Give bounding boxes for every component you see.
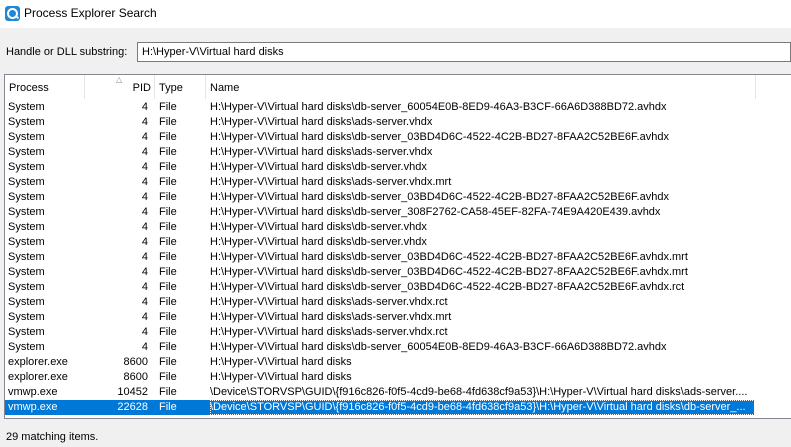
cell-pid: 4 bbox=[141, 191, 148, 203]
cell-type: File bbox=[159, 356, 177, 368]
cell-pid: 4 bbox=[141, 146, 148, 158]
cell-name: H:\Hyper-V\Virtual hard disks bbox=[210, 356, 352, 368]
cell-type: File bbox=[159, 176, 177, 188]
cell-pid: 4 bbox=[141, 326, 148, 338]
table-row[interactable]: System 4 File H:\Hyper-V\Virtual hard disks… bbox=[5, 295, 791, 310]
search-input[interactable] bbox=[137, 42, 791, 62]
cell-name: H:\Hyper-V\Virtual hard disks\db-server_… bbox=[210, 191, 669, 203]
cell-pid: 4 bbox=[141, 251, 148, 263]
cell-name: H:\Hyper-V\Virtual hard disks\ads-server… bbox=[210, 116, 433, 128]
cell-name: H:\Hyper-V\Virtual hard disks\db-server_… bbox=[210, 206, 661, 218]
cell-name: H:\Hyper-V\Virtual hard disks\db-server_… bbox=[210, 341, 667, 353]
list-header: Process △ PID Type Name bbox=[5, 75, 791, 99]
cell-pid: 4 bbox=[141, 341, 148, 353]
cell-name: H:\Hyper-V\Virtual hard disks\db-server_… bbox=[210, 281, 685, 293]
table-row[interactable]: explorer.exe 8600 File H:\Hyper-V\Virtual h… bbox=[5, 370, 791, 385]
cell-type: File bbox=[159, 251, 177, 263]
table-row[interactable]: System 4 File H:\Hyper-V\Virtual hard disks… bbox=[5, 190, 791, 205]
cell-name: H:\Hyper-V\Virtual hard disks bbox=[210, 371, 352, 383]
cell-name: H:\Hyper-V\Virtual hard disks\ads-server… bbox=[210, 311, 452, 323]
cell-type: File bbox=[159, 296, 177, 308]
cell-pid: 4 bbox=[141, 221, 148, 233]
cell-name: \Device\STORVSP\GUID\{f916c826-f0f5-4cd9… bbox=[210, 400, 755, 415]
table-row[interactable]: System 4 File H:\Hyper-V\Virtual hard disks… bbox=[5, 160, 791, 175]
cell-type: File bbox=[159, 326, 177, 338]
cell-pid: 10452 bbox=[117, 386, 148, 398]
table-row[interactable]: System 4 File H:\Hyper-V\Virtual hard disks… bbox=[5, 130, 791, 145]
table-row[interactable]: vmwp.exe 10452 File \Device\STORVSP\GUID\{f… bbox=[5, 385, 791, 400]
cell-name: H:\Hyper-V\Virtual hard disks\db-server_… bbox=[210, 131, 669, 143]
column-header-name[interactable]: Name bbox=[206, 75, 756, 99]
cell-type: File bbox=[159, 206, 177, 218]
cell-name: H:\Hyper-V\Virtual hard disks\ads-server… bbox=[210, 176, 452, 188]
column-header-type[interactable]: Type bbox=[155, 75, 206, 99]
cell-pid: 4 bbox=[141, 311, 148, 323]
table-row[interactable]: System 4 File H:\Hyper-V\Virtual hard disks… bbox=[5, 100, 791, 115]
search-magnifier-icon bbox=[5, 6, 20, 21]
cell-name: H:\Hyper-V\Virtual hard disks\db-server.… bbox=[210, 236, 427, 248]
table-row[interactable]: System 4 File H:\Hyper-V\Virtual hard disks… bbox=[5, 205, 791, 220]
rows-container: System 4 File H:\Hyper-V\Virtual hard disks… bbox=[5, 100, 791, 415]
cell-name: H:\Hyper-V\Virtual hard disks\db-server.… bbox=[210, 161, 427, 173]
table-row[interactable]: System 4 File H:\Hyper-V\Virtual hard disks… bbox=[5, 280, 791, 295]
cell-pid: 8600 bbox=[123, 356, 148, 368]
cell-type: File bbox=[159, 221, 177, 233]
title-bar: Process Explorer Search bbox=[0, 0, 791, 28]
cell-pid: 4 bbox=[141, 281, 148, 293]
cell-pid: 8600 bbox=[123, 371, 148, 383]
cell-pid: 4 bbox=[141, 131, 148, 143]
cell-pid: 4 bbox=[141, 116, 148, 128]
cell-type: File bbox=[159, 311, 177, 323]
cell-pid: 4 bbox=[141, 161, 148, 173]
table-row[interactable]: System 4 File H:\Hyper-V\Virtual hard disks… bbox=[5, 235, 791, 250]
cell-type: File bbox=[159, 401, 177, 413]
cell-name: H:\Hyper-V\Virtual hard disks\ads-server… bbox=[210, 326, 448, 338]
cell-name: H:\Hyper-V\Virtual hard disks\ads-server… bbox=[210, 146, 433, 158]
cell-name: H:\Hyper-V\Virtual hard disks\db-server_… bbox=[210, 101, 667, 113]
cell-pid: 4 bbox=[141, 206, 148, 218]
cell-type: File bbox=[159, 131, 177, 143]
cell-type: File bbox=[159, 281, 177, 293]
table-row[interactable]: System 4 File H:\Hyper-V\Virtual hard disks… bbox=[5, 250, 791, 265]
cell-pid: 4 bbox=[141, 176, 148, 188]
table-row[interactable]: System 4 File H:\Hyper-V\Virtual hard disks… bbox=[5, 325, 791, 340]
table-row[interactable]: vmwp.exe 22628 File \Device\STORVSP\GUID\{f… bbox=[5, 400, 755, 415]
cell-type: File bbox=[159, 101, 177, 113]
cell-type: File bbox=[159, 236, 177, 248]
table-row[interactable]: System 4 File H:\Hyper-V\Virtual hard disks… bbox=[5, 115, 791, 130]
cell-name: H:\Hyper-V\Virtual hard disks\ads-server… bbox=[210, 296, 448, 308]
cell-type: File bbox=[159, 161, 177, 173]
cell-pid: 4 bbox=[141, 296, 148, 308]
cell-name: H:\Hyper-V\Virtual hard disks\db-server_… bbox=[210, 266, 688, 278]
table-row[interactable]: explorer.exe 8600 File H:\Hyper-V\Virtual h… bbox=[5, 355, 791, 370]
cell-type: File bbox=[159, 191, 177, 203]
cell-name: H:\Hyper-V\Virtual hard disks\db-server.… bbox=[210, 221, 427, 233]
cell-type: File bbox=[159, 371, 177, 383]
table-row[interactable]: System 4 File H:\Hyper-V\Virtual hard disks… bbox=[5, 175, 791, 190]
cell-type: File bbox=[159, 386, 177, 398]
cell-pid: 4 bbox=[141, 101, 148, 113]
cell-type: File bbox=[159, 341, 177, 353]
column-header-pid[interactable]: PID bbox=[85, 75, 155, 99]
cell-pid: 4 bbox=[141, 236, 148, 248]
cell-type: File bbox=[159, 116, 177, 128]
window-title: Process Explorer Search bbox=[24, 6, 157, 20]
cell-pid: 4 bbox=[141, 266, 148, 278]
cell-type: File bbox=[159, 146, 177, 158]
table-row[interactable]: System 4 File H:\Hyper-V\Virtual hard disks… bbox=[5, 340, 791, 355]
status-text: 29 matching items. bbox=[6, 431, 99, 443]
cell-pid: 22628 bbox=[117, 401, 148, 413]
table-row[interactable]: System 4 File H:\Hyper-V\Virtual hard disks… bbox=[5, 310, 791, 325]
cell-type: File bbox=[159, 266, 177, 278]
column-header-process[interactable]: Process bbox=[5, 75, 85, 99]
table-row[interactable]: System 4 File H:\Hyper-V\Virtual hard disks… bbox=[5, 220, 791, 235]
table-row[interactable]: System 4 File H:\Hyper-V\Virtual hard disks… bbox=[5, 145, 791, 160]
search-label: Handle or DLL substring: bbox=[6, 46, 128, 58]
table-row[interactable]: System 4 File H:\Hyper-V\Virtual hard disks… bbox=[5, 265, 791, 280]
results-list[interactable]: Process △ PID Type Name System 4 File H:\Hy… bbox=[4, 74, 791, 419]
cell-name: H:\Hyper-V\Virtual hard disks\db-server_… bbox=[210, 251, 688, 263]
cell-name: \Device\STORVSP\GUID\{f916c826-f0f5-4cd9… bbox=[210, 386, 748, 398]
